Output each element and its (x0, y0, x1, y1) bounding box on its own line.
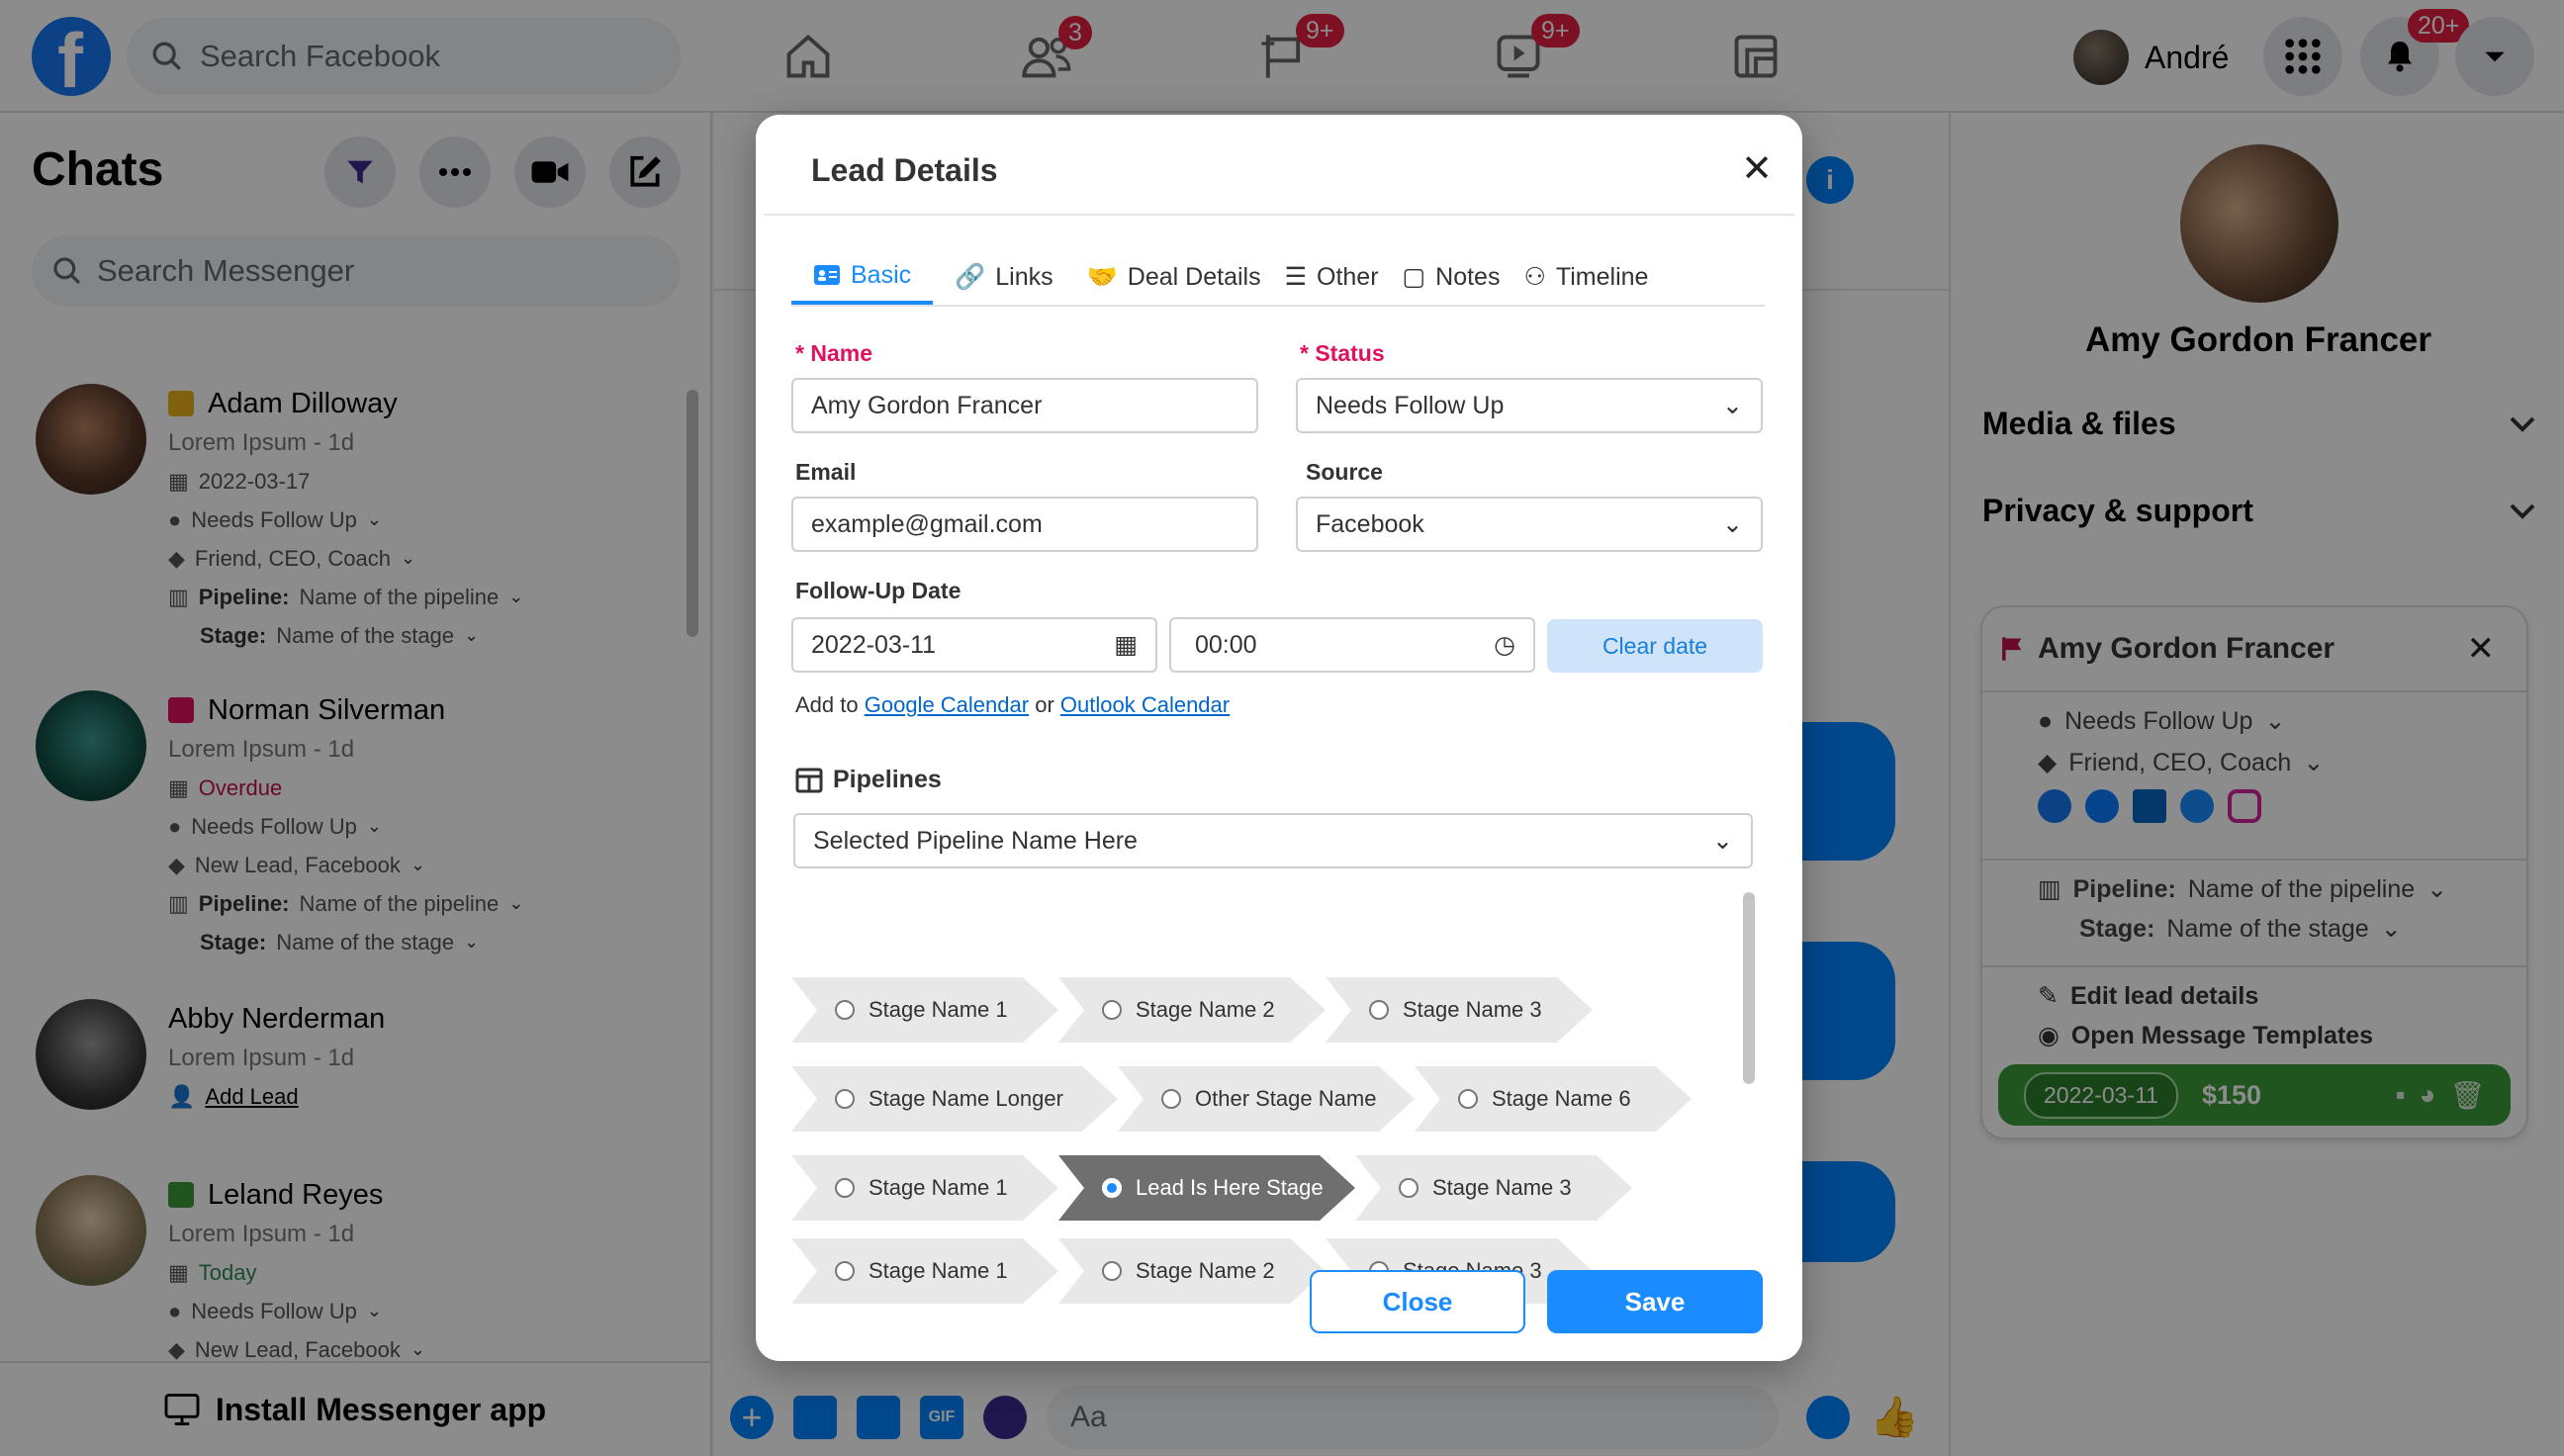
radio-unselected[interactable] (1102, 1000, 1122, 1020)
stage-option[interactable]: Other Stage Name (1118, 1066, 1415, 1132)
stage-label: Stage Name 2 (1136, 1258, 1275, 1283)
radio-unselected[interactable] (835, 1261, 855, 1281)
pipelines-heading: Pipelines (795, 766, 942, 794)
note-icon: ▢ (1402, 263, 1426, 291)
tab-basic[interactable]: Basic (791, 249, 934, 305)
time-value: 00:00 (1195, 630, 1257, 659)
source-select[interactable]: Facebook ⌄ (1296, 497, 1763, 552)
save-label: Save (1624, 1286, 1686, 1317)
pipeline-select-value: Selected Pipeline Name Here (813, 826, 1138, 855)
radio-unselected[interactable] (1161, 1089, 1181, 1109)
tab-label: Timeline (1555, 262, 1649, 291)
stage-option[interactable]: Stage Name 1 (791, 1155, 1058, 1221)
modal-tabs: Basic 🔗 Links 🤝 Deal Details ☰ Other ▢ Notes… (791, 249, 1765, 307)
handshake-icon: 🤝 (1086, 262, 1118, 291)
stage-label: Stage Name 3 (1403, 997, 1542, 1022)
clock-icon[interactable]: ◷ (1494, 630, 1515, 660)
chevron-down-icon: ⌄ (1722, 392, 1743, 419)
stage-label: Lead Is Here Stage (1136, 1175, 1324, 1200)
tab-label: Links (995, 262, 1053, 291)
pipelines-label: Pipelines (833, 766, 942, 793)
stages-scrollbar[interactable] (1743, 892, 1755, 1084)
radio-unselected[interactable] (835, 1000, 855, 1020)
email-field-label: Email (795, 459, 857, 485)
stage-label: Stage Name 3 (1432, 1175, 1572, 1200)
tab-label: Other (1317, 262, 1379, 291)
name-field-label: * Name (795, 340, 872, 366)
name-value: Amy Gordon Francer (811, 391, 1043, 419)
tab-label: Deal Details (1127, 262, 1261, 291)
stage-option[interactable]: Stage Name Longer (791, 1066, 1118, 1132)
save-button[interactable]: Save (1547, 1270, 1763, 1333)
email-input[interactable]: example@gmail.com (791, 497, 1258, 552)
stage-label: Stage Name 6 (1492, 1086, 1631, 1111)
radio-unselected[interactable] (1458, 1089, 1478, 1109)
chevron-down-icon: ⌄ (1712, 827, 1733, 855)
stage-label: Stage Name 2 (1136, 997, 1275, 1022)
clear-date-label: Clear date (1602, 632, 1708, 659)
source-value: Facebook (1316, 509, 1424, 538)
tab-deal-details[interactable]: 🤝 Deal Details (1075, 249, 1273, 305)
status-select[interactable]: Needs Follow Up ⌄ (1296, 378, 1763, 433)
stage-label: Stage Name Longer (869, 1086, 1063, 1111)
stage-option[interactable]: Stage Name 3 (1326, 977, 1593, 1043)
stage-option[interactable]: Stage Name 3 (1355, 1155, 1632, 1221)
radio-unselected[interactable] (1369, 1000, 1389, 1020)
timeline-icon: ⚇ (1523, 263, 1546, 291)
radio-unselected[interactable] (835, 1089, 855, 1109)
modal-close-icon[interactable]: ✕ (1735, 146, 1779, 190)
followup-time-input[interactable]: 00:00 ◷ (1169, 617, 1535, 673)
modal-title: Lead Details (811, 152, 998, 188)
stage-option[interactable]: Stage Name 1 (791, 1238, 1058, 1304)
stage-option[interactable]: Stage Name 1 (791, 977, 1058, 1043)
outlook-calendar-link[interactable]: Outlook Calendar (1060, 692, 1230, 717)
tab-timeline[interactable]: ⚇ Timeline (1511, 249, 1660, 305)
tab-links[interactable]: 🔗 Links (933, 249, 1075, 305)
close-button[interactable]: Close (1310, 1270, 1525, 1333)
stage-option[interactable]: Stage Name 2 (1058, 977, 1326, 1043)
clear-date-button[interactable]: Clear date (1547, 619, 1763, 673)
chevron-down-icon: ⌄ (1722, 510, 1743, 538)
status-field-label: * Status (1300, 340, 1385, 366)
lead-details-modal: Lead Details ✕ Basic 🔗 Links 🤝 Deal Detail… (756, 115, 1802, 1361)
radio-unselected[interactable] (1399, 1178, 1419, 1198)
stage-label: Stage Name 1 (869, 997, 1008, 1022)
divider (764, 214, 1794, 216)
followup-date-input[interactable]: 2022-03-11 ▦ (791, 617, 1157, 673)
status-value: Needs Follow Up (1316, 391, 1505, 419)
stage-label: Stage Name 1 (869, 1175, 1008, 1200)
pipeline-select[interactable]: Selected Pipeline Name Here ⌄ (793, 813, 1753, 868)
name-label-text: Name (810, 340, 872, 366)
pipeline-icon (795, 768, 823, 792)
stage-label: Stage Name 1 (869, 1258, 1008, 1283)
name-input[interactable]: Amy Gordon Francer (791, 378, 1258, 433)
tab-notes[interactable]: ▢ Notes (1391, 249, 1512, 305)
email-value: example@gmail.com (811, 509, 1043, 538)
calendar-links: Add to Google Calendar or Outlook Calend… (795, 692, 1230, 718)
add-to-text: Add to (795, 692, 859, 717)
google-calendar-link[interactable]: Google Calendar (865, 692, 1029, 717)
stage-option[interactable]: Lead Is Here Stage (1058, 1155, 1355, 1221)
stage-label: Other Stage Name (1195, 1086, 1377, 1111)
calendar-icon[interactable]: ▦ (1114, 630, 1138, 660)
close-label: Close (1382, 1286, 1453, 1317)
source-field-label: Source (1306, 459, 1383, 485)
radio-selected[interactable] (1102, 1178, 1122, 1198)
stage-option[interactable]: Stage Name 2 (1058, 1238, 1326, 1304)
stage-option[interactable]: Stage Name 6 (1415, 1066, 1692, 1132)
status-label-text: Status (1315, 340, 1385, 366)
radio-unselected[interactable] (835, 1178, 855, 1198)
radio-unselected[interactable] (1102, 1261, 1122, 1281)
followup-field-label: Follow-Up Date (795, 578, 962, 603)
date-value: 2022-03-11 (811, 630, 937, 659)
id-card-icon (814, 265, 840, 285)
tab-other[interactable]: ☰ Other (1273, 249, 1391, 305)
tab-label: Basic (851, 260, 912, 289)
tab-label: Notes (1435, 262, 1501, 291)
list-icon: ☰ (1284, 263, 1307, 291)
link-icon: 🔗 (955, 262, 986, 291)
or-text: or (1035, 692, 1054, 717)
